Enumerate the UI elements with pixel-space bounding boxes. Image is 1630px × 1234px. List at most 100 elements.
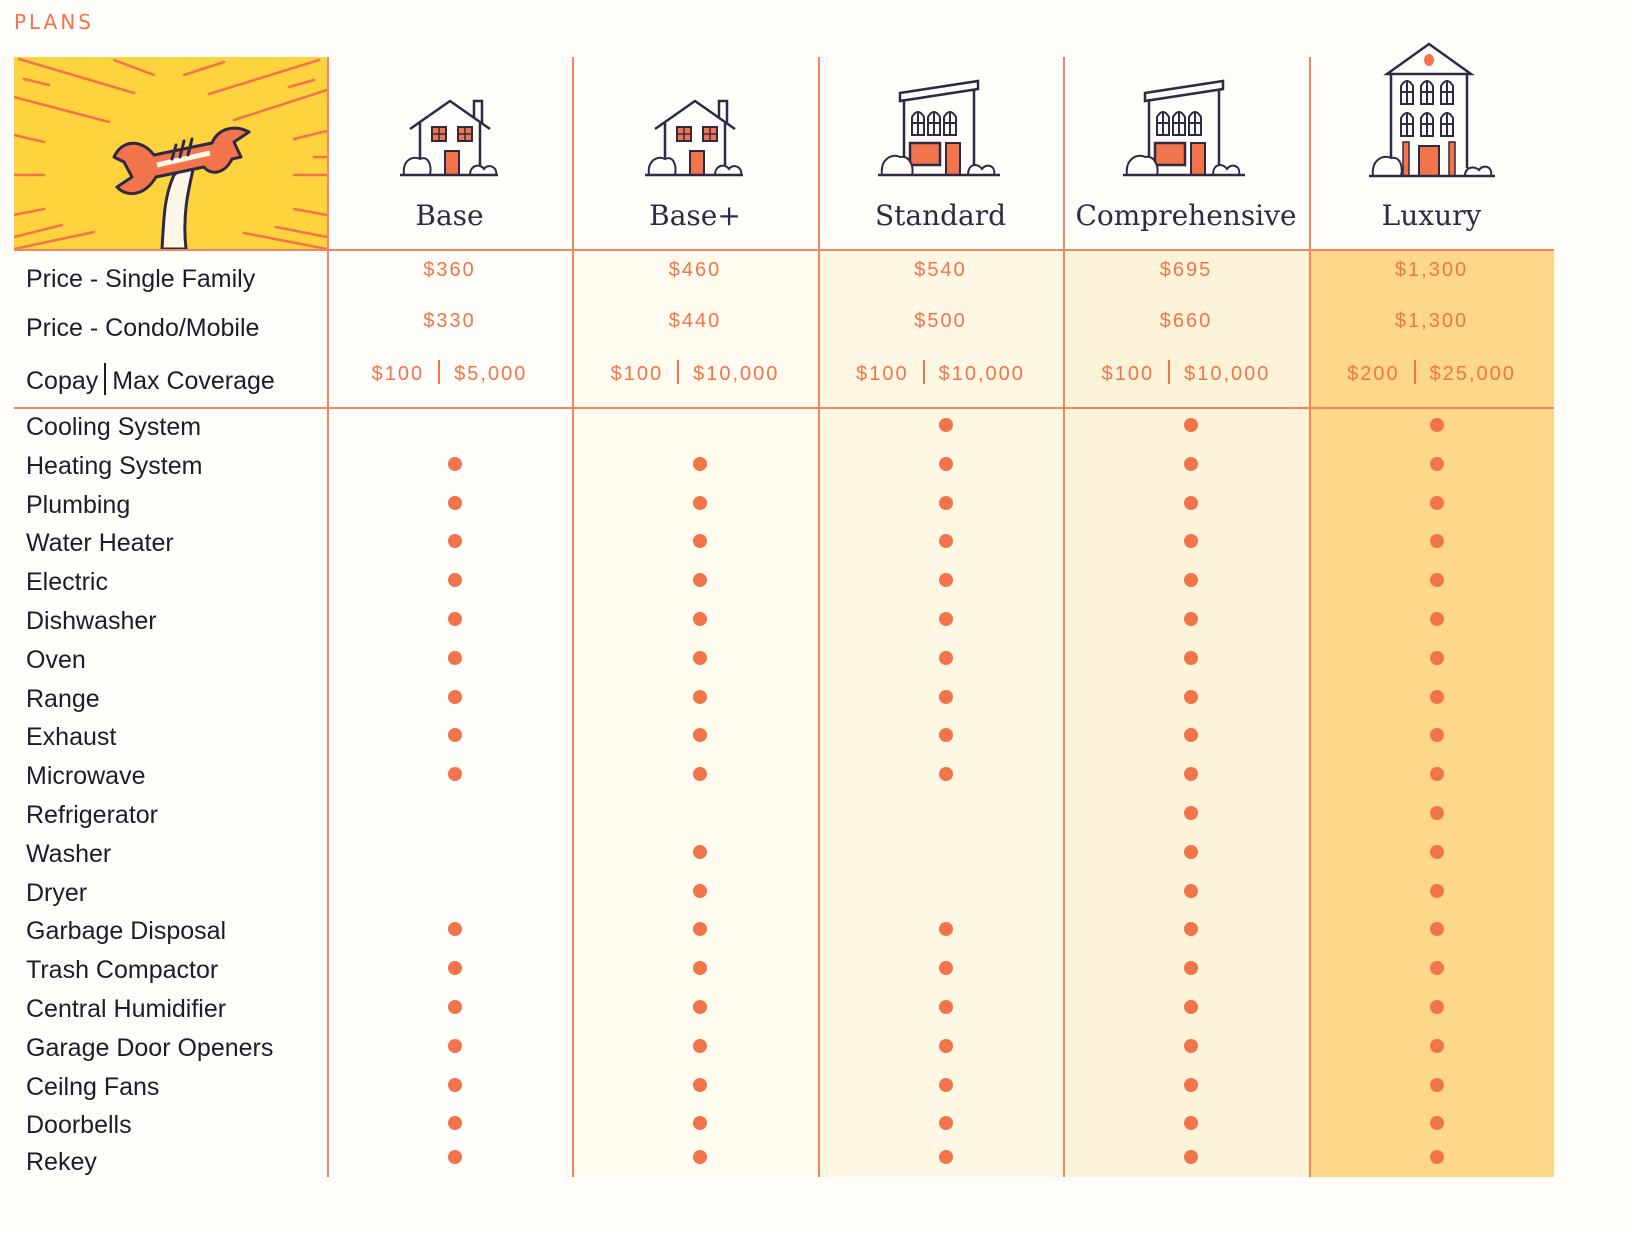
included-dot [1184, 767, 1198, 782]
included-dot [1184, 689, 1198, 704]
plan-header-base: Base [327, 57, 572, 249]
included-dot [693, 1150, 707, 1165]
feature-label: Trash Compactor [26, 956, 219, 985]
included-dot [693, 650, 707, 665]
label-text: Price - Single Family [26, 265, 256, 293]
max-coverage-value: $10,000 [693, 363, 780, 385]
plan-name: Comprehensive [1075, 199, 1297, 232]
feature-label: Plumbing [26, 490, 131, 519]
included-dot [693, 728, 707, 743]
included-dot [693, 689, 707, 704]
included-dot [1184, 1116, 1198, 1131]
plan-column-bg [1063, 249, 1309, 1177]
included-dot [1429, 456, 1444, 471]
plan-name: Luxury [1381, 199, 1482, 232]
included-dot [1184, 1077, 1198, 1092]
plan-name: Standard [874, 199, 1007, 232]
price-value: $660 [1159, 310, 1213, 332]
included-dot [938, 1150, 953, 1165]
price-value: $330 [423, 310, 476, 332]
included-dot [1429, 767, 1444, 782]
included-dot [1184, 534, 1198, 549]
copay-max-coverage: $200 $25,000 [1309, 360, 1554, 386]
included-dot [447, 1150, 462, 1165]
copay-max-coverage: $100 $5,000 [327, 360, 572, 386]
included-dot [447, 456, 462, 471]
house-icon [645, 95, 745, 182]
included-dot [1184, 418, 1198, 432]
plan-header-standard: Standard [818, 57, 1063, 249]
copay-max-coverage: $100 $10,000 [818, 360, 1063, 386]
included-dot [1429, 534, 1444, 549]
price-single-family: $1,300 [1309, 259, 1554, 282]
included-dot [938, 456, 953, 471]
included-dot [938, 689, 953, 704]
feature-label: Heating System [26, 451, 203, 480]
plan-column-bg [327, 249, 572, 1177]
included-dot [1184, 883, 1198, 898]
included-dot [938, 1077, 953, 1092]
row-label-condo-mobile: Price - Condo/Mobile [26, 314, 259, 343]
included-dot [938, 1116, 953, 1131]
included-dot [938, 418, 953, 432]
price-value: $695 [1159, 259, 1213, 281]
included-dot [1184, 844, 1198, 859]
plan-column-bg [818, 249, 1063, 1177]
max-coverage-value: $25,000 [1429, 363, 1516, 385]
included-dot [1429, 728, 1444, 743]
included-dot [1429, 1077, 1444, 1092]
max-coverage-value: $5,000 [454, 363, 528, 385]
included-dot [447, 495, 462, 510]
included-dot [938, 961, 953, 976]
price-condo-mobile: $1,300 [1309, 310, 1554, 333]
separator [677, 360, 680, 384]
feature-label: Ceilng Fans [26, 1072, 160, 1101]
copay-value: $100 [371, 363, 425, 385]
copay-value: $100 [1101, 363, 1155, 385]
row-divider [14, 249, 1554, 251]
included-dot [938, 728, 953, 743]
included-dot [693, 883, 707, 898]
price-value: $1,300 [1394, 259, 1469, 281]
plans-comparison-table: Base $360 $330 $100 $5,000 Base+ $460 $440 $100… [14, 42, 1554, 1177]
feature-label: Oven [26, 645, 86, 674]
included-dot [447, 650, 462, 665]
included-dot [693, 961, 707, 976]
max-coverage-value: $10,000 [1184, 363, 1271, 385]
included-dot [1184, 495, 1198, 510]
included-dot [693, 1000, 707, 1014]
plan-header-base-: Base+ [572, 57, 818, 249]
feature-label: Washer [26, 839, 112, 868]
included-dot [1429, 573, 1444, 588]
price-value: $360 [423, 259, 476, 281]
included-dot [1184, 573, 1198, 588]
included-dot [1184, 961, 1198, 976]
included-dot [693, 534, 707, 549]
included-dot [693, 922, 707, 937]
included-dot [1429, 1038, 1444, 1053]
price-condo-mobile: $500 [818, 310, 1063, 333]
included-dot [938, 650, 953, 665]
included-dot [938, 495, 953, 510]
included-dot [938, 534, 953, 549]
feature-label: Cooling System [26, 413, 202, 441]
plan-name: Base [415, 199, 484, 232]
included-dot [938, 767, 953, 782]
section-label: PLANS [14, 10, 94, 34]
house-icon [399, 95, 500, 182]
feature-label: Rekey [26, 1148, 97, 1177]
copay-value: $100 [610, 363, 664, 385]
plan-column-bg [1309, 249, 1554, 1177]
price-condo-mobile: $330 [327, 310, 572, 333]
price-single-family: $695 [1063, 259, 1309, 282]
included-dot [1184, 922, 1198, 937]
included-dot [938, 922, 953, 937]
price-single-family: $360 [327, 259, 572, 282]
hero-illustration [14, 57, 327, 249]
feature-label: Water Heater [26, 529, 174, 558]
copay-value: $100 [856, 363, 909, 385]
included-dot [693, 573, 707, 588]
included-dot [447, 612, 462, 626]
townhouse-icon [876, 79, 1006, 184]
included-dot [1429, 650, 1444, 665]
